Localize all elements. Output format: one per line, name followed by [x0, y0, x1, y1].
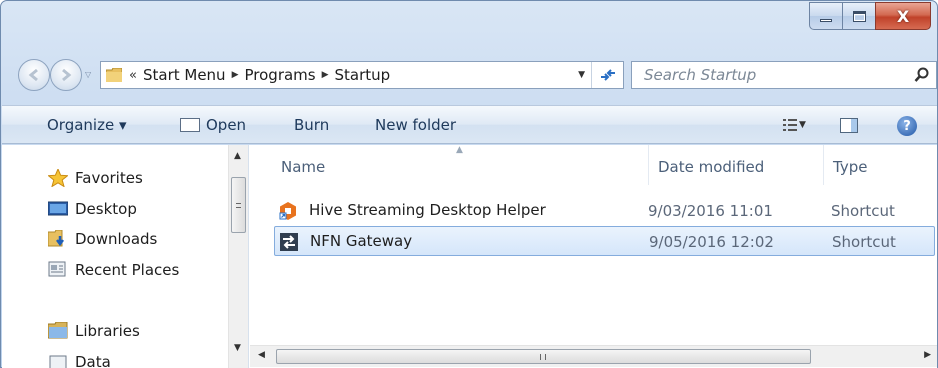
search-icon[interactable]	[914, 67, 930, 83]
file-date: 9/05/2016 12:02	[649, 233, 774, 251]
organize-button[interactable]: Organize ▾	[47, 116, 127, 134]
breadcrumb-startup[interactable]: Startup	[335, 66, 391, 84]
breadcrumb-separator-icon[interactable]: ▶	[232, 70, 239, 80]
scrollbar-thumb[interactable]	[276, 349, 811, 364]
minimize-icon	[820, 18, 832, 22]
file-date: 9/03/2016 11:01	[648, 202, 773, 220]
scrollbar-thumb[interactable]	[231, 177, 246, 233]
burn-button[interactable]: Burn	[294, 116, 329, 134]
navigation-pane: Favorites Desktop Downloads Recent Place…	[2, 145, 249, 368]
file-name: Hive Streaming Desktop Helper	[309, 201, 546, 219]
back-button[interactable]	[18, 59, 50, 91]
column-header-name[interactable]: Name	[281, 158, 325, 176]
sidebar-item-data[interactable]: Data	[48, 353, 111, 368]
file-list: ▲ Name Date modified Type Hive Streaming…	[250, 145, 937, 368]
refresh-icon	[600, 69, 615, 81]
close-icon: X	[896, 6, 910, 26]
file-row-nfn-gateway[interactable]: NFN Gateway 9/05/2016 12:02 Shortcut	[274, 226, 935, 256]
breadcrumb-overflow[interactable]: «	[129, 68, 137, 83]
recent-places-icon	[48, 261, 66, 277]
close-button[interactable]: X	[875, 2, 931, 30]
data-library-icon	[49, 355, 67, 368]
favorites-item[interactable]: Favorites	[48, 169, 143, 187]
sidebar-item-desktop[interactable]: Desktop	[48, 200, 137, 218]
folder-icon	[106, 68, 122, 82]
forward-arrow-icon	[62, 68, 72, 82]
explorer-window: X ▽ « Start Menu ▶ Programs ▶ Startup ▼ …	[0, 0, 938, 368]
libraries-icon	[48, 322, 68, 339]
sidebar-item-downloads[interactable]: Downloads	[48, 230, 157, 248]
search-box[interactable]: Search Startup	[631, 61, 937, 89]
scroll-right-icon[interactable]: ▶	[924, 350, 931, 360]
change-view-icon[interactable]	[783, 119, 797, 131]
open-label: Open	[206, 116, 247, 134]
column-divider[interactable]	[823, 145, 824, 185]
content-area: Favorites Desktop Downloads Recent Place…	[2, 145, 937, 368]
file-name: NFN Gateway	[310, 232, 413, 250]
file-row-hive-streaming[interactable]: Hive Streaming Desktop Helper 9/03/2016 …	[274, 196, 935, 226]
sidebar-item-recent-places[interactable]: Recent Places	[48, 261, 179, 279]
column-header-type[interactable]: Type	[833, 158, 867, 176]
open-icon	[180, 118, 200, 132]
address-history-dropdown-icon[interactable]: ▼	[578, 70, 585, 80]
column-header-date-modified[interactable]: Date modified	[658, 158, 764, 176]
view-options-dropdown-icon[interactable]: ▼	[799, 120, 806, 130]
open-button[interactable]: Open	[180, 116, 246, 134]
refresh-button[interactable]	[591, 62, 623, 88]
downloads-folder-icon	[48, 230, 64, 247]
file-list-horizontal-scrollbar[interactable]: ◀ ▶	[250, 345, 937, 367]
minimize-button[interactable]	[809, 2, 842, 30]
sort-ascending-icon: ▲	[456, 145, 463, 155]
maximize-icon	[852, 10, 866, 22]
column-divider[interactable]	[648, 145, 649, 185]
breadcrumb-start-menu[interactable]: Start Menu	[143, 66, 226, 84]
star-icon	[48, 169, 68, 187]
hive-shortcut-icon	[279, 202, 296, 220]
recent-pages-dropdown[interactable]: ▽	[85, 70, 91, 79]
nav-pane-scrollbar[interactable]: ▲ ▼	[228, 145, 248, 368]
back-arrow-icon	[28, 68, 38, 82]
maximize-button[interactable]	[842, 2, 875, 30]
favorites-label: Favorites	[75, 169, 143, 187]
new-folder-button[interactable]: New folder	[375, 116, 456, 134]
sidebar-item-label: Recent Places	[75, 261, 180, 279]
window-controls: X	[809, 2, 931, 30]
search-input[interactable]: Search Startup	[644, 66, 756, 84]
address-bar[interactable]: « Start Menu ▶ Programs ▶ Startup ▼	[100, 61, 624, 89]
breadcrumb-programs[interactable]: Programs	[245, 66, 316, 84]
sidebar-item-label: Data	[75, 353, 111, 368]
breadcrumb-separator-icon[interactable]: ▶	[322, 70, 329, 80]
nfn-shortcut-icon	[280, 233, 298, 251]
forward-button[interactable]	[50, 59, 82, 91]
navigation-bar: ▽ « Start Menu ▶ Programs ▶ Startup ▼ Se…	[1, 56, 937, 94]
scroll-up-icon[interactable]: ▲	[234, 151, 241, 161]
command-bar: Organize ▾ Open Burn New folder ▼ ?	[2, 105, 937, 144]
file-type: Shortcut	[832, 233, 896, 251]
libraries-label: Libraries	[75, 322, 140, 340]
preview-pane-icon[interactable]	[840, 118, 858, 133]
file-type: Shortcut	[831, 202, 895, 220]
scroll-down-icon[interactable]: ▼	[234, 343, 241, 353]
help-icon[interactable]: ?	[897, 116, 917, 136]
sidebar-item-label: Downloads	[75, 230, 158, 248]
sidebar-item-label: Desktop	[75, 200, 137, 218]
scroll-left-icon[interactable]: ◀	[258, 350, 265, 360]
desktop-icon	[48, 201, 68, 216]
libraries-item[interactable]: Libraries	[48, 322, 140, 340]
